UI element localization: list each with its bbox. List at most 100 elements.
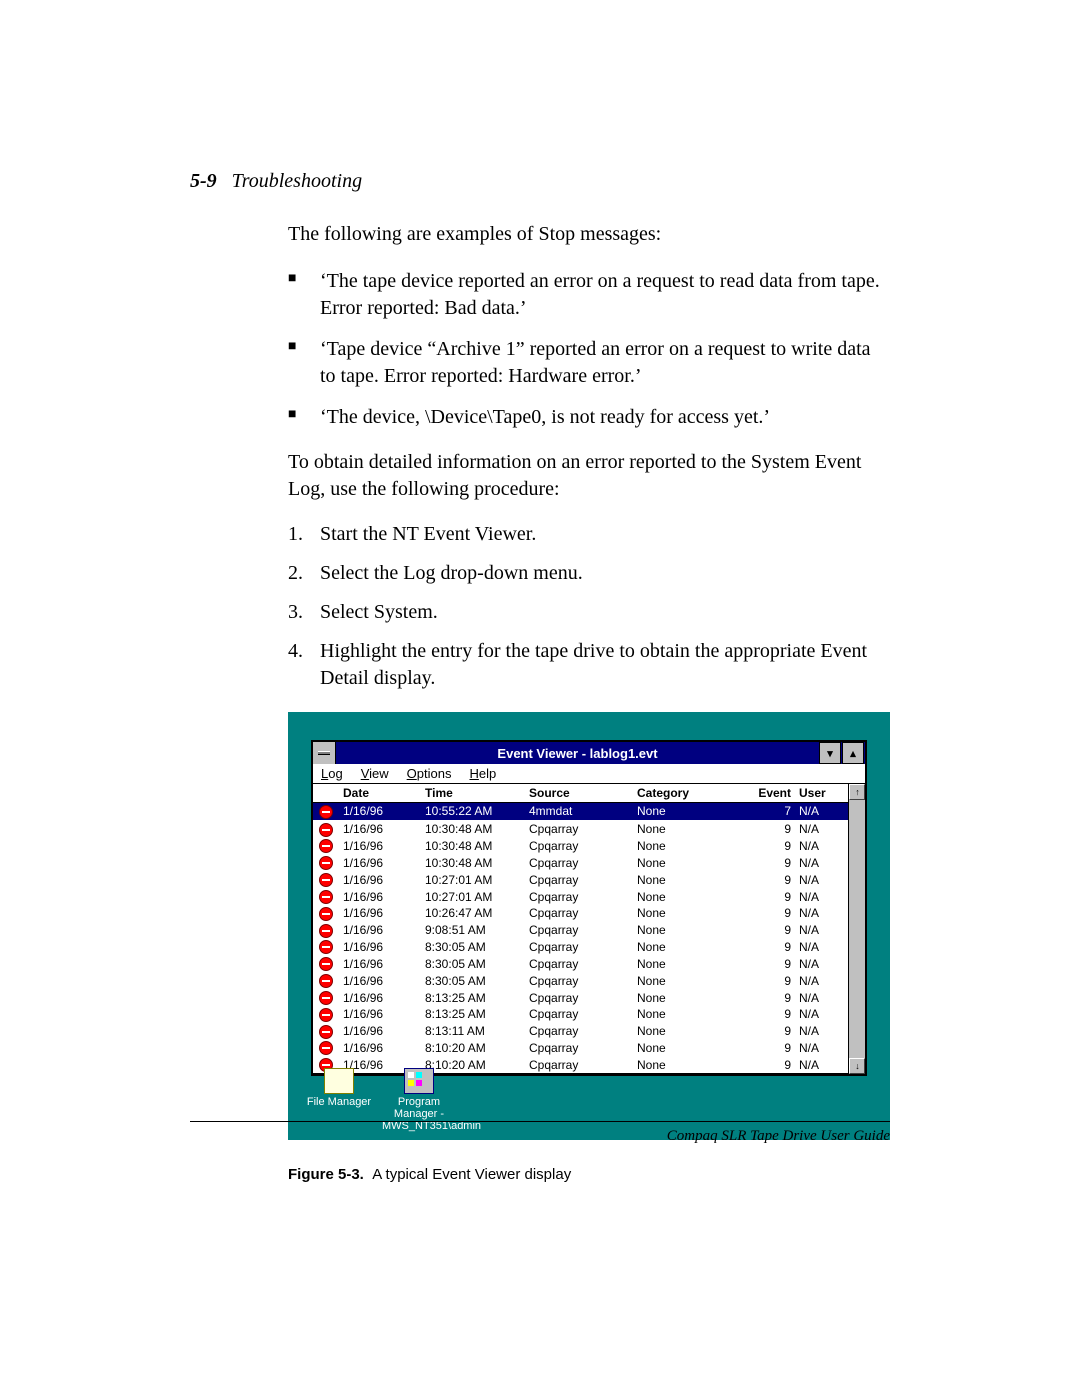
cell-source: Cpqarray	[525, 1023, 633, 1040]
stop-message-item: ‘Tape device “Archive 1” reported an err…	[288, 336, 890, 390]
program-manager-icon[interactable]: Program Manager - MWS_NT351\admin	[382, 1068, 456, 1132]
cell-date: 1/16/96	[339, 905, 421, 922]
procedure-step: Select System.	[288, 599, 890, 626]
file-manager-icon[interactable]: File Manager	[302, 1068, 376, 1132]
table-row[interactable]: 1/16/9610:27:01 AMCpqarrayNone9N/A	[313, 871, 848, 888]
cell-time: 10:30:48 AM	[421, 854, 525, 871]
cell-event: 9	[731, 1006, 795, 1023]
cell-date: 1/16/96	[339, 939, 421, 956]
stop-error-icon	[319, 823, 333, 837]
table-row[interactable]: 1/16/968:30:05 AMCpqarrayNone9N/A	[313, 972, 848, 989]
cell-user: N/A	[795, 1023, 848, 1040]
cell-time: 9:08:51 AM	[421, 922, 525, 939]
menu-bar: Log View Options Help	[313, 764, 865, 784]
table-row[interactable]: 1/16/9610:30:48 AMCpqarrayNone9N/A	[313, 854, 848, 871]
stop-messages-list: ‘The tape device reported an error on a …	[288, 268, 890, 431]
desktop-icons: File Manager Program Manager - MWS_NT351…	[302, 1068, 456, 1132]
cell-event: 9	[731, 905, 795, 922]
cell-category: None	[633, 939, 731, 956]
cell-date: 1/16/96	[339, 1040, 421, 1057]
cell-source: Cpqarray	[525, 888, 633, 905]
table-row[interactable]: 1/16/968:10:20 AMCpqarrayNone9N/A	[313, 1040, 848, 1057]
cell-time: 8:30:05 AM	[421, 972, 525, 989]
cell-event: 9	[731, 1023, 795, 1040]
table-row[interactable]: 1/16/968:13:25 AMCpqarrayNone9N/A	[313, 989, 848, 1006]
cell-event: 9	[731, 820, 795, 837]
column-header[interactable]: User	[795, 784, 848, 803]
table-row[interactable]: 1/16/9610:26:47 AMCpqarrayNone9N/A	[313, 905, 848, 922]
cell-user: N/A	[795, 989, 848, 1006]
cell-time: 10:30:48 AM	[421, 820, 525, 837]
cell-date: 1/16/96	[339, 972, 421, 989]
cell-event: 9	[731, 922, 795, 939]
figure-caption: Figure 5-3. A typical Event Viewer displ…	[288, 1166, 890, 1183]
scroll-down-button[interactable]: ↓	[849, 1058, 865, 1074]
column-header[interactable]: Date	[339, 784, 421, 803]
menu-log[interactable]: Log	[321, 766, 343, 781]
cell-time: 10:26:47 AM	[421, 905, 525, 922]
scroll-up-button[interactable]: ↑	[849, 784, 865, 800]
cell-source: Cpqarray	[525, 922, 633, 939]
menu-help[interactable]: Help	[469, 766, 496, 781]
stop-error-icon	[319, 991, 333, 1005]
column-header[interactable]: Category	[633, 784, 731, 803]
cell-date: 1/16/96	[339, 1006, 421, 1023]
stop-error-icon	[319, 856, 333, 870]
table-row[interactable]: 1/16/968:30:05 AMCpqarrayNone9N/A	[313, 939, 848, 956]
cell-source: Cpqarray	[525, 972, 633, 989]
table-row[interactable]: 1/16/9610:55:22 AM4mmdatNone7N/A	[313, 803, 848, 821]
menu-view[interactable]: View	[361, 766, 389, 781]
table-row[interactable]: 1/16/968:13:11 AMCpqarrayNone9N/A	[313, 1023, 848, 1040]
cell-category: None	[633, 888, 731, 905]
cell-time: 10:55:22 AM	[421, 803, 525, 821]
table-row[interactable]: 1/16/969:08:51 AMCpqarrayNone9N/A	[313, 922, 848, 939]
minimize-button[interactable]: ▾	[819, 742, 841, 764]
cell-category: None	[633, 905, 731, 922]
cell-time: 8:13:11 AM	[421, 1023, 525, 1040]
column-header[interactable]: Source	[525, 784, 633, 803]
cell-source: Cpqarray	[525, 989, 633, 1006]
stop-error-icon	[319, 957, 333, 971]
cell-category: None	[633, 922, 731, 939]
cell-source: Cpqarray	[525, 854, 633, 871]
cell-user: N/A	[795, 838, 848, 855]
cell-source: Cpqarray	[525, 1040, 633, 1057]
stop-error-icon	[319, 974, 333, 988]
cell-category: None	[633, 989, 731, 1006]
cell-source: Cpqarray	[525, 1056, 633, 1073]
cell-time: 8:30:05 AM	[421, 939, 525, 956]
cell-category: None	[633, 820, 731, 837]
cell-source: Cpqarray	[525, 871, 633, 888]
cell-source: Cpqarray	[525, 820, 633, 837]
footer-text: Compaq SLR Tape Drive User Guide	[667, 1128, 890, 1145]
stop-error-icon	[319, 1041, 333, 1055]
menu-options[interactable]: Options	[407, 766, 452, 781]
column-header[interactable]: Event	[731, 784, 795, 803]
stop-message-item: ‘The device, \Device\Tape0, is not ready…	[288, 404, 890, 431]
cell-category: None	[633, 838, 731, 855]
cell-category: None	[633, 1040, 731, 1057]
system-menu-icon[interactable]	[313, 742, 336, 764]
procedure-step: Select the Log drop-down menu.	[288, 560, 890, 587]
cell-event: 9	[731, 854, 795, 871]
table-row[interactable]: 1/16/9610:27:01 AMCpqarrayNone9N/A	[313, 888, 848, 905]
cell-category: None	[633, 955, 731, 972]
cell-event: 9	[731, 955, 795, 972]
section-title: Troubleshooting	[232, 170, 362, 192]
column-header[interactable]: Time	[421, 784, 525, 803]
event-viewer-window: Event Viewer - lablog1.evt ▾ ▴ Log View …	[311, 740, 867, 1076]
table-row[interactable]: 1/16/9610:30:48 AMCpqarrayNone9N/A	[313, 820, 848, 837]
vertical-scrollbar[interactable]: ↑ ↓	[848, 784, 865, 1074]
table-row[interactable]: 1/16/9610:30:48 AMCpqarrayNone9N/A	[313, 838, 848, 855]
maximize-button[interactable]: ▴	[842, 742, 864, 764]
cell-category: None	[633, 854, 731, 871]
window-titlebar[interactable]: Event Viewer - lablog1.evt ▾ ▴	[313, 742, 865, 764]
cell-category: None	[633, 1006, 731, 1023]
cell-time: 8:30:05 AM	[421, 955, 525, 972]
cell-user: N/A	[795, 803, 848, 821]
stop-error-icon	[319, 1025, 333, 1039]
table-row[interactable]: 1/16/968:30:05 AMCpqarrayNone9N/A	[313, 955, 848, 972]
procedure-step: Highlight the entry for the tape drive t…	[288, 638, 890, 692]
table-row[interactable]: 1/16/968:13:25 AMCpqarrayNone9N/A	[313, 1006, 848, 1023]
cell-time: 10:30:48 AM	[421, 838, 525, 855]
